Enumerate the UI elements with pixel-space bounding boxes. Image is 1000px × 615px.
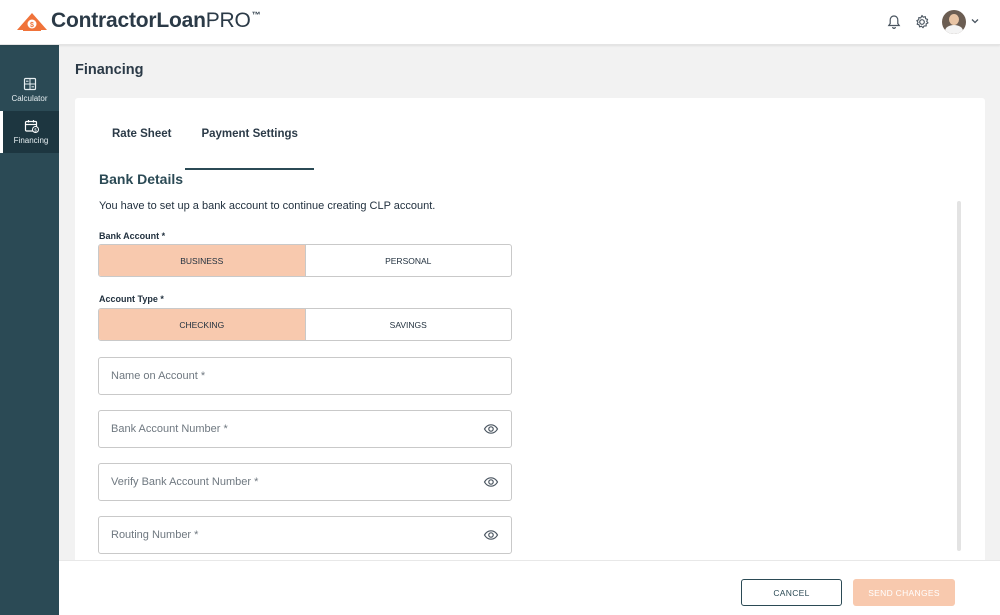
logo-pro: PRO [205, 9, 251, 32]
bank-account-toggle: BUSINESS PERSONAL [98, 244, 512, 277]
cancel-button[interactable]: CANCEL [741, 579, 842, 606]
sidebar: Calculator $ Financing [0, 45, 59, 615]
eye-icon[interactable] [483, 474, 499, 490]
business-option[interactable]: BUSINESS [99, 245, 305, 276]
verify-bank-account-number-placeholder: Verify Bank Account Number * [111, 476, 259, 488]
routing-number-field[interactable]: Routing Number * [98, 516, 512, 554]
svg-text:$: $ [30, 22, 34, 29]
calendar-dollar-icon: $ [24, 120, 39, 133]
logo-text: ContractorLoan [51, 9, 206, 32]
bank-account-number-placeholder: Bank Account Number * [111, 423, 228, 435]
logo-trademark: ™ [251, 10, 261, 20]
name-on-account-field[interactable]: Name on Account * [98, 357, 512, 395]
logo-wordmark: ContractorLoanPRO™ [51, 9, 261, 33]
tab-bar: Rate Sheet Payment Settings [98, 116, 314, 170]
sidebar-item-calculator[interactable]: Calculator [0, 69, 59, 111]
avatar-face [949, 14, 959, 25]
avatar-body [945, 25, 963, 34]
account-type-label: Account Type * [99, 294, 164, 304]
section-title: Bank Details [99, 171, 184, 187]
tab-rate-sheet[interactable]: Rate Sheet [98, 116, 185, 170]
app-logo[interactable]: $ ContractorLoanPRO™ [16, 9, 261, 33]
eye-icon[interactable] [483, 421, 499, 437]
footer-bar: CANCEL SEND CHANGES [59, 560, 1000, 615]
page-title: Financing [75, 62, 144, 78]
scrollbar[interactable] [957, 201, 961, 551]
tab-payment-settings[interactable]: Payment Settings [185, 116, 314, 170]
sidebar-item-financing[interactable]: $ Financing [0, 111, 59, 153]
bank-account-label: Bank Account * [99, 231, 166, 241]
top-bar: $ ContractorLoanPRO™ [0, 0, 1000, 45]
section-description: You have to set up a bank account to con… [99, 200, 436, 212]
settings-card: Rate Sheet Payment Settings Bank Details… [75, 98, 985, 568]
name-on-account-placeholder: Name on Account * [111, 370, 206, 382]
gear-icon[interactable] [912, 12, 932, 32]
verify-bank-account-number-field[interactable]: Verify Bank Account Number * [98, 463, 512, 501]
routing-number-placeholder: Routing Number * [111, 529, 199, 541]
personal-option[interactable]: PERSONAL [304, 245, 512, 276]
avatar[interactable] [942, 10, 966, 34]
bank-account-number-field[interactable]: Bank Account Number * [98, 410, 512, 448]
checking-option[interactable]: CHECKING [99, 309, 305, 340]
account-type-toggle: CHECKING SAVINGS [98, 308, 512, 341]
header-actions [876, 10, 980, 34]
eye-icon[interactable] [483, 527, 499, 543]
chevron-down-icon[interactable] [970, 13, 980, 31]
sidebar-item-label: Calculator [11, 94, 48, 103]
calculator-icon [23, 77, 36, 91]
send-changes-button[interactable]: SEND CHANGES [853, 579, 955, 606]
bell-icon[interactable] [884, 12, 904, 32]
savings-option[interactable]: SAVINGS [304, 309, 512, 340]
house-dollar-logo-icon: $ [16, 10, 48, 32]
sidebar-item-label: Financing [13, 136, 49, 145]
